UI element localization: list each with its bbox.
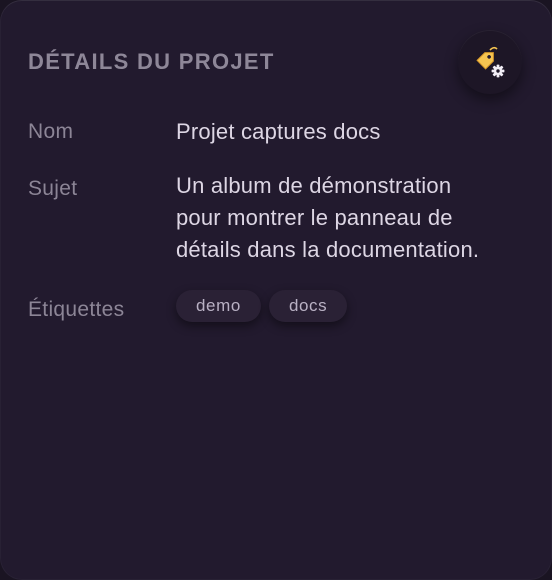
tags-label: Étiquettes xyxy=(28,298,125,321)
subject-line: Un album de démonstration xyxy=(176,173,452,198)
tag-chip[interactable]: docs xyxy=(268,290,348,322)
subject-line: pour montrer le panneau de xyxy=(176,205,453,230)
name-label: Nom xyxy=(28,120,74,143)
subject-line: détails dans la documentation. xyxy=(176,237,480,262)
tag-gear-icon xyxy=(470,42,510,82)
edit-tags-button[interactable] xyxy=(458,30,522,94)
tag-list: demo docs xyxy=(176,290,348,322)
tag-chip[interactable]: demo xyxy=(176,290,261,322)
subject-value: Un album de démonstration pour montrer l… xyxy=(176,170,536,266)
name-value: Projet captures docs xyxy=(176,119,381,144)
project-details-panel: DÉTAILS DU PROJET Nom Projet captures do… xyxy=(0,0,552,580)
subject-label: Sujet xyxy=(28,177,78,200)
panel-title: DÉTAILS DU PROJET xyxy=(28,49,275,74)
